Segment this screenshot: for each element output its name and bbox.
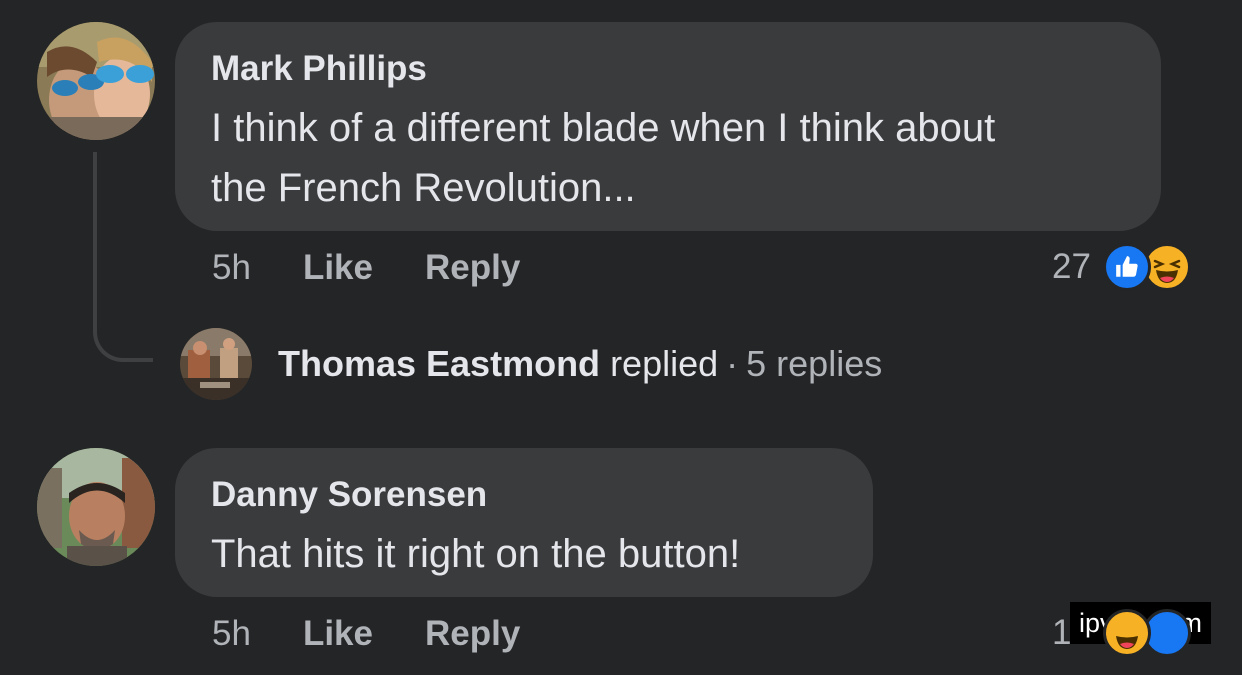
reaction-count: 27 <box>1052 247 1091 286</box>
avatar-mark-phillips[interactable] <box>37 22 155 140</box>
comment-author[interactable]: Danny Sorensen <box>211 474 837 516</box>
thread-connector-line <box>93 152 153 362</box>
comment-bubble[interactable]: Danny Sorensen That hits it right on the… <box>175 448 873 597</box>
like-icon <box>1102 243 1151 291</box>
comment-bubble[interactable]: Mark Phillips I think of a different bla… <box>175 22 1161 231</box>
comment-author[interactable]: Mark Phillips <box>211 48 1125 90</box>
view-replies-link[interactable]: Thomas Eastmond replied · 5 replies <box>180 328 882 400</box>
reply-button[interactable]: Reply <box>425 248 520 288</box>
comment-text-line: I think of a different blade when I thin… <box>211 106 996 150</box>
replied-label: replied <box>610 343 719 384</box>
separator-dot: · <box>726 343 739 384</box>
like-button[interactable]: Like <box>303 248 373 288</box>
like-button[interactable]: Like <box>303 614 373 654</box>
reply-button[interactable]: Reply <box>425 614 520 654</box>
reaction-summary[interactable]: 27 <box>1052 243 1191 291</box>
comment-text: That hits it right on the button! <box>211 532 741 576</box>
comment-timestamp[interactable]: 5h <box>212 248 251 288</box>
comment-actions: 5h Like Reply <box>212 614 520 654</box>
comment-text: I think of a different blade when I thin… <box>211 98 1125 218</box>
comments-thread: Mark Phillips I think of a different bla… <box>0 0 1242 675</box>
avatar-danny-sorensen[interactable] <box>37 448 155 566</box>
comment-text-line: the French Revolution... <box>211 166 636 210</box>
avatar-thomas-eastmond <box>180 328 252 400</box>
replies-count[interactable]: 5 replies <box>746 343 882 385</box>
comment-timestamp[interactable]: 5h <box>212 614 251 654</box>
comment-actions: 5h Like Reply <box>212 248 520 288</box>
replier-name[interactable]: Thomas Eastmond <box>278 343 600 385</box>
haha-icon <box>1102 609 1151 657</box>
